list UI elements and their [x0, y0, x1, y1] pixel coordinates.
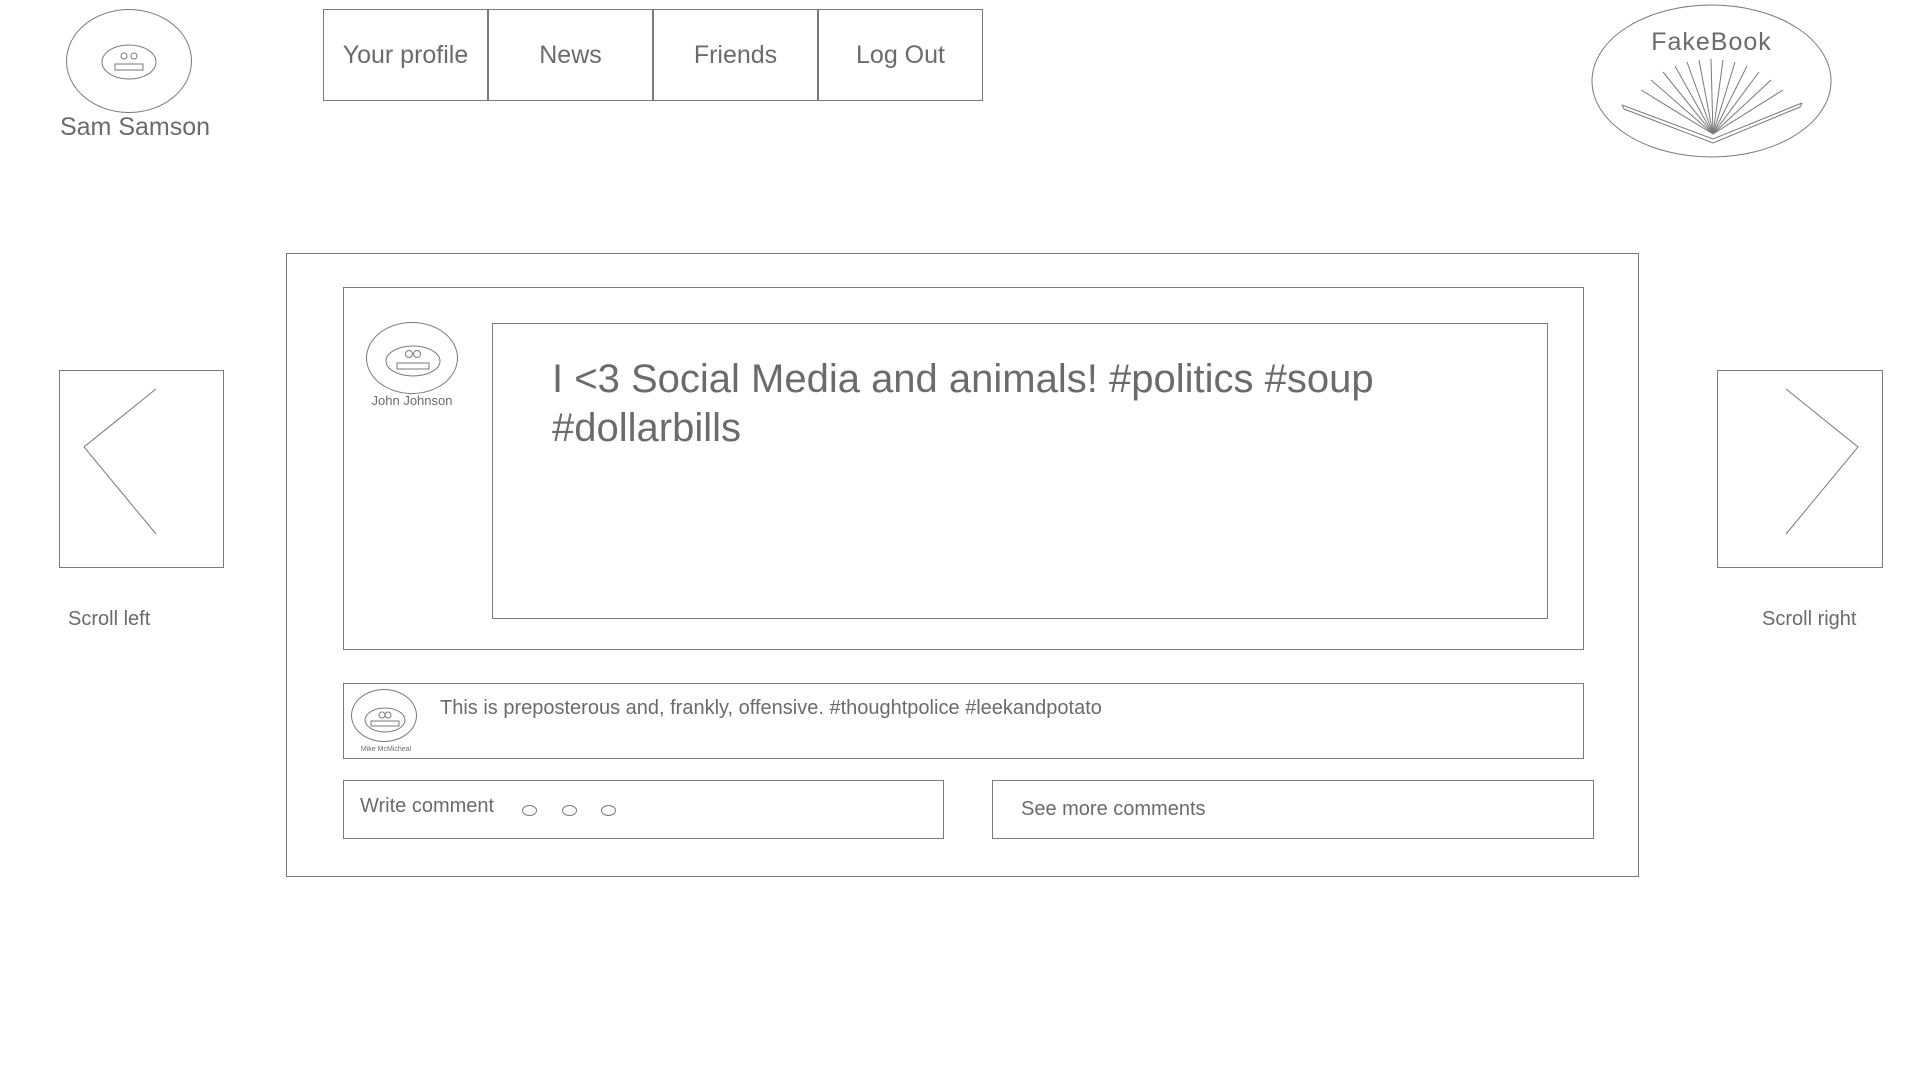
nav-friends-button[interactable]: Friends: [653, 9, 818, 101]
user-name: Sam Samson: [59, 113, 211, 141]
robot-face-icon: [101, 44, 157, 80]
post-text: I <3 Social Media and animals! #politics…: [552, 357, 1374, 450]
write-comment-placeholder: Write comment: [360, 795, 495, 817]
post-author-avatar[interactable]: [366, 322, 458, 394]
comment-text: This is preposterous and, frankly, offen…: [440, 697, 1102, 719]
scroll-right-button[interactable]: [1717, 370, 1883, 568]
see-more-comments-button[interactable]: See more comments: [992, 780, 1594, 839]
comment: [343, 683, 1584, 759]
robot-face-icon: [364, 707, 406, 733]
robot-face-icon: [385, 345, 441, 377]
typing-dot-icon: [601, 805, 616, 816]
nav-log-out-button[interactable]: Log Out: [818, 9, 983, 101]
chevron-left-icon: [83, 388, 157, 535]
scroll-left-button[interactable]: [59, 370, 224, 568]
post-author-name[interactable]: John Johnson: [352, 393, 472, 408]
nav-your-profile-button[interactable]: Your profile: [323, 9, 488, 101]
typing-dot-icon: [522, 805, 537, 816]
comment-author-name[interactable]: Mike McMicheal: [346, 746, 426, 753]
typing-dot-icon: [562, 805, 577, 816]
comment-author-avatar[interactable]: [351, 689, 417, 742]
user-avatar[interactable]: [66, 9, 192, 113]
nav-news-button[interactable]: News: [488, 9, 653, 101]
chevron-right-icon: [1785, 388, 1859, 535]
scroll-right-label: Scroll right: [1762, 608, 1857, 630]
logo-text: FakeBook: [1651, 28, 1772, 56]
scroll-left-label: Scroll left: [68, 608, 151, 630]
